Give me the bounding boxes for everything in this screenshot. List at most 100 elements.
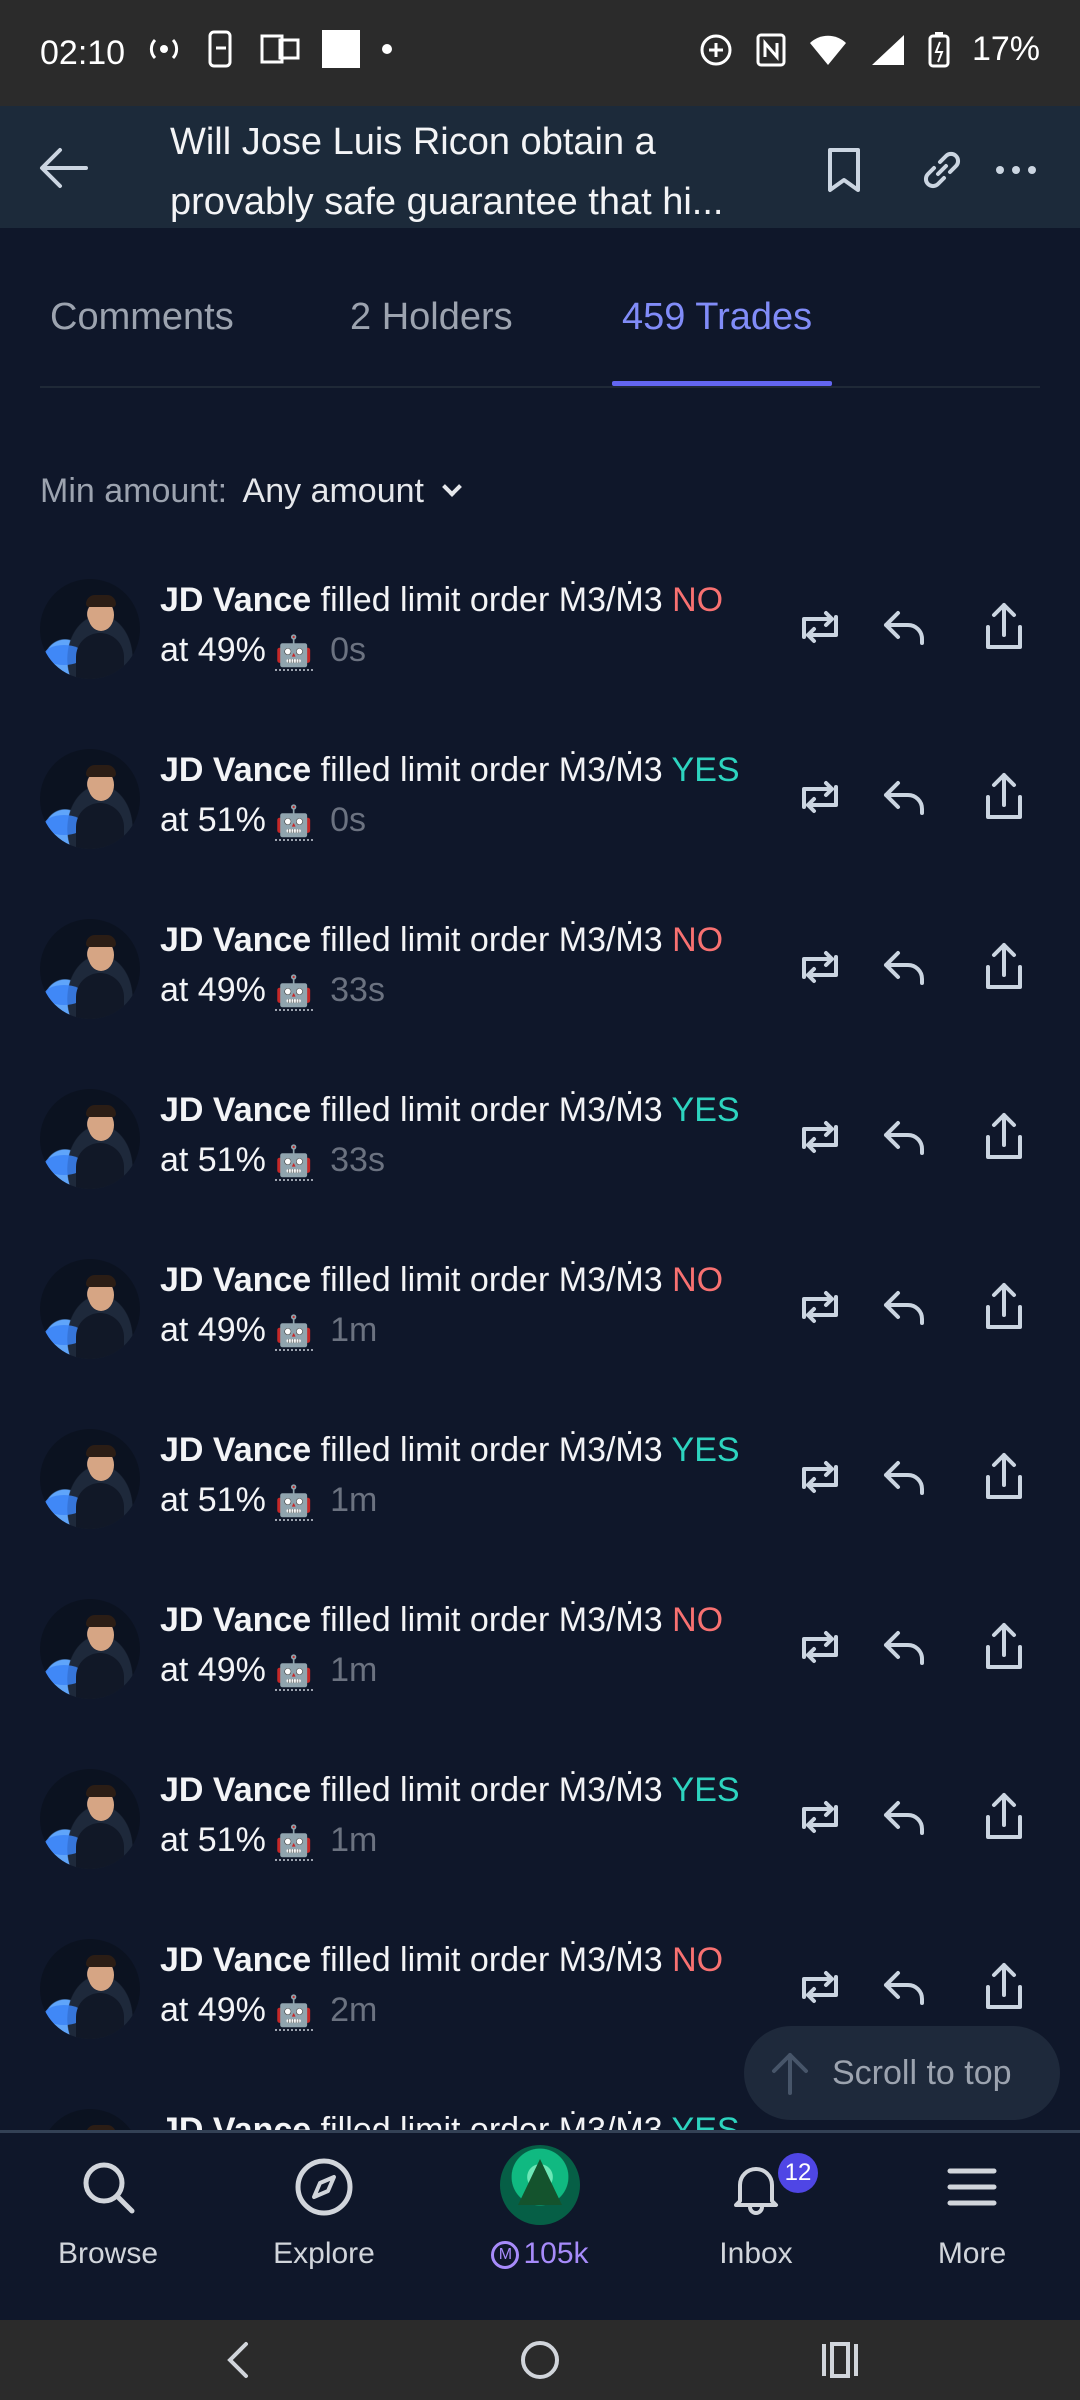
bot-icon: 🤖 [275, 805, 313, 841]
repost-icon[interactable] [790, 1787, 850, 1847]
share-icon[interactable] [974, 1107, 1034, 1167]
system-back-icon[interactable] [214, 2334, 266, 2386]
nav-inbox[interactable]: 12 Inbox [648, 2133, 864, 2323]
battery-icon [928, 31, 950, 67]
tab-holders[interactable]: 2 Holders [350, 296, 513, 339]
trade-probability: at 49% [160, 1651, 266, 1689]
trade-row: JD Vance filled limit order Ṁ3/Ṁ3 YES at… [0, 1085, 1080, 1255]
trade-user[interactable]: JD Vance [160, 1431, 311, 1469]
avatar[interactable] [40, 1599, 140, 1699]
avatar[interactable] [40, 1089, 140, 1189]
reply-icon[interactable] [876, 1617, 936, 1677]
share-icon[interactable] [974, 937, 1034, 997]
system-recents-icon[interactable] [814, 2334, 866, 2386]
trade-user[interactable]: JD Vance [160, 1261, 311, 1299]
reply-icon[interactable] [876, 937, 936, 997]
reply-icon[interactable] [876, 767, 936, 827]
nav-profile-balance[interactable]: M 105k [432, 2133, 648, 2323]
tab-trades[interactable]: 459 Trades [622, 296, 812, 339]
back-arrow-icon[interactable] [38, 146, 88, 190]
min-amount-filter[interactable]: Min amount: Any amount [40, 472, 463, 511]
repost-icon[interactable] [790, 1957, 850, 2017]
bookmark-icon[interactable] [816, 142, 872, 198]
share-icon[interactable] [974, 597, 1034, 657]
reply-icon[interactable] [876, 1107, 936, 1167]
tab-bar: Comments 2 Holders 459 Trades [40, 228, 1040, 388]
trade-probability: at 49% [160, 631, 266, 669]
repost-icon[interactable] [790, 597, 850, 657]
reply-icon[interactable] [876, 1447, 936, 1507]
avatar[interactable] [40, 1939, 140, 2039]
filter-value[interactable]: Any amount [243, 472, 424, 510]
avatar[interactable] [40, 1259, 140, 1359]
trade-row: JD Vance filled limit order Ṁ3/Ṁ3 NO at … [0, 575, 1080, 745]
avatar[interactable] [40, 1769, 140, 1869]
share-icon[interactable] [974, 1957, 1034, 2017]
trade-action: filled limit order [320, 1601, 550, 1639]
nav-more[interactable]: More [864, 2133, 1080, 2323]
repost-icon[interactable] [790, 1617, 850, 1677]
nav-browse[interactable]: Browse [0, 2133, 216, 2323]
status-bar: 02:10 17% [0, 0, 1080, 106]
bottom-navigation: Browse Explore M 105k 12 Inbox More [0, 2130, 1080, 2320]
trade-user[interactable]: JD Vance [160, 2111, 311, 2130]
nav-more-label: More [937, 2237, 1007, 2270]
reply-icon[interactable] [876, 1787, 936, 1847]
trade-amount: Ṁ3/Ṁ3 [558, 751, 663, 789]
share-icon[interactable] [974, 1617, 1034, 1677]
share-icon[interactable] [974, 1787, 1034, 1847]
trade-outcome: NO [672, 1261, 724, 1299]
nav-explore[interactable]: Explore [216, 2133, 432, 2323]
trade-user[interactable]: JD Vance [160, 1091, 311, 1129]
system-icons: 17% [698, 30, 1040, 69]
repost-icon[interactable] [790, 937, 850, 997]
reply-icon[interactable] [876, 597, 936, 657]
trade-outcome: NO [672, 1601, 724, 1639]
trade-time: 1m [330, 1821, 378, 1859]
scroll-to-top-button[interactable]: Scroll to top [744, 2026, 1060, 2120]
trade-amount: Ṁ3/Ṁ3 [558, 1601, 663, 1639]
trade-user[interactable]: JD Vance [160, 1941, 311, 1979]
share-icon[interactable] [974, 767, 1034, 827]
avatar[interactable] [40, 579, 140, 679]
trade-user[interactable]: JD Vance [160, 751, 311, 789]
signal-icon [871, 34, 904, 65]
share-icon[interactable] [974, 1277, 1034, 1337]
trade-row: JD Vance filled limit order Ṁ3/Ṁ3 YES at… [0, 1765, 1080, 1935]
avatar[interactable] [40, 2109, 140, 2130]
tab-comments[interactable]: Comments [50, 296, 234, 339]
trade-action: filled limit order [320, 1091, 550, 1129]
mana-coin-icon: M [491, 2241, 520, 2270]
trade-time: 0s [330, 631, 367, 669]
trade-row: JD Vance filled limit order Ṁ3/Ṁ3 YES at… [0, 1425, 1080, 1595]
more-options-icon[interactable] [988, 142, 1044, 198]
trade-actions [790, 1787, 1060, 1857]
reply-icon[interactable] [876, 1957, 936, 2017]
system-home-icon[interactable] [514, 2334, 566, 2386]
chevron-down-icon[interactable] [442, 477, 463, 497]
reply-icon[interactable] [876, 1277, 936, 1337]
trade-description: JD Vance filled limit order Ṁ3/Ṁ3 YES at… [160, 1765, 770, 1865]
nfc-icon [756, 33, 786, 66]
trade-user[interactable]: JD Vance [160, 1771, 311, 1809]
avatar[interactable] [40, 1429, 140, 1529]
link-icon[interactable] [914, 142, 970, 198]
trade-user[interactable]: JD Vance [160, 921, 311, 959]
trade-action: filled limit order [320, 1431, 550, 1469]
menu-icon [947, 2168, 997, 2206]
share-icon[interactable] [974, 1447, 1034, 1507]
trade-description: JD Vance filled limit order Ṁ3/Ṁ3 YES [160, 2105, 770, 2130]
repost-icon[interactable] [790, 1107, 850, 1167]
trade-user[interactable]: JD Vance [160, 581, 311, 619]
avatar[interactable] [40, 749, 140, 849]
notification-icons [146, 30, 392, 68]
filter-label: Min amount: [40, 472, 228, 510]
bot-icon: 🤖 [275, 1145, 313, 1181]
repost-icon[interactable] [790, 767, 850, 827]
repost-icon[interactable] [790, 1447, 850, 1507]
trade-user[interactable]: JD Vance [160, 1601, 311, 1639]
trade-amount: Ṁ3/Ṁ3 [558, 1771, 663, 1809]
trade-actions [790, 1107, 1060, 1177]
avatar[interactable] [40, 919, 140, 1019]
repost-icon[interactable] [790, 1277, 850, 1337]
